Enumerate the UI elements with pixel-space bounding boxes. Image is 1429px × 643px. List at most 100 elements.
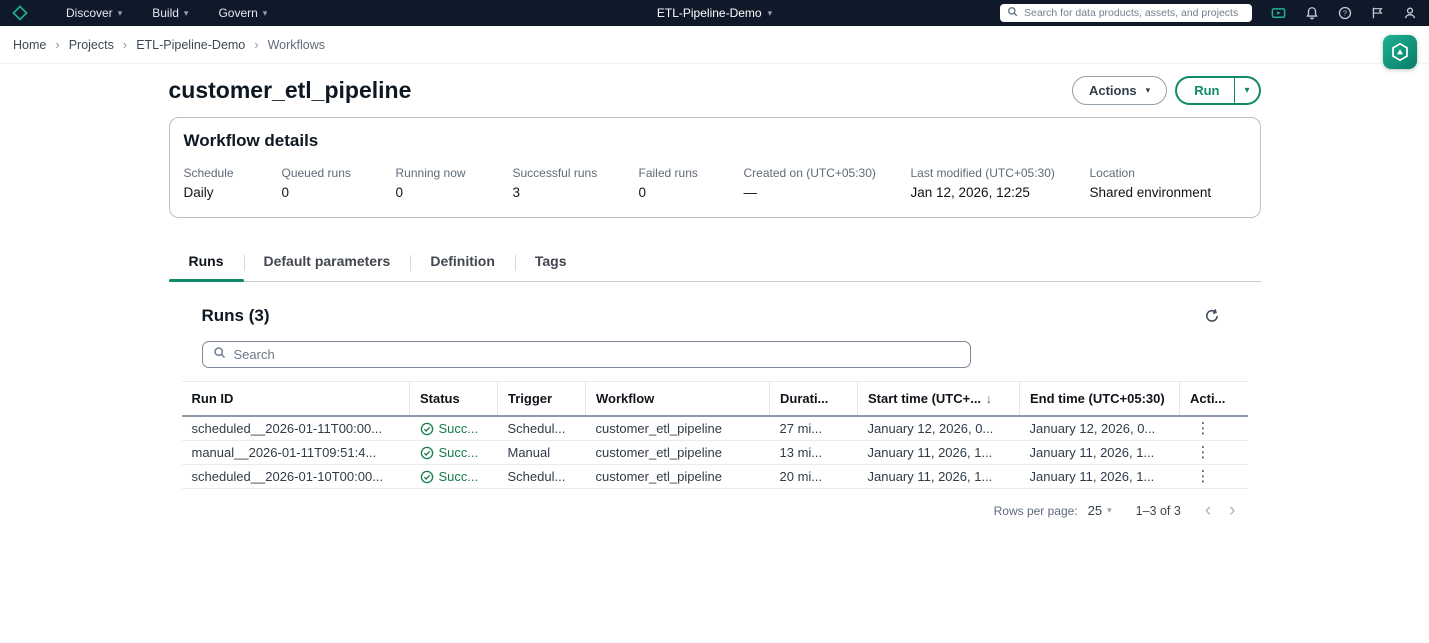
tab-default-parameters[interactable]: Default parameters [244, 244, 411, 281]
page-header: customer_etl_pipeline Actions ▾ Run ▾ [169, 76, 1261, 105]
column-header-end-time[interactable]: End time (UTC+05:30) [1020, 382, 1180, 417]
nav-menu-govern[interactable]: Govern ▾ [218, 6, 267, 20]
row-actions-kebab-icon[interactable]: ⋮ [1190, 445, 1217, 460]
main-content: customer_etl_pipeline Actions ▾ Run ▾ Wo… [169, 76, 1261, 520]
runs-heading: Runs (3) [202, 306, 270, 326]
chevron-down-icon: ▾ [1146, 86, 1151, 95]
chevron-down-icon: ▾ [1107, 506, 1112, 515]
tab-bar: Runs Default parameters Definition Tags [169, 244, 1261, 282]
column-header-status[interactable]: Status [410, 382, 498, 417]
project-selector[interactable]: ETL-Pipeline-Demo ▾ [657, 6, 772, 20]
search-icon [1007, 6, 1018, 20]
column-header-run-id[interactable]: Run ID [182, 382, 410, 417]
duration-cell: 20 mi... [770, 465, 858, 489]
start-time-cell: January 12, 2026, 0... [858, 416, 1020, 441]
detail-location: Location Shared environment [1090, 166, 1246, 200]
runs-panel: Runs (3) Run ID S [169, 306, 1261, 520]
success-check-icon [420, 446, 434, 460]
page-title: customer_etl_pipeline [169, 77, 1072, 104]
previous-page-button[interactable]: ‹ [1201, 501, 1215, 520]
pagination-range: 1–3 of 3 [1136, 504, 1181, 518]
user-menu-icon[interactable] [1403, 6, 1417, 20]
trigger-cell: Schedul... [498, 416, 586, 441]
sort-descending-icon: ↓ [986, 392, 992, 406]
table-header-row: Run ID Status Trigger Workflow Durati...… [182, 382, 1248, 417]
breadcrumb-projects[interactable]: Projects [69, 38, 114, 52]
detail-last-modified: Last modified (UTC+05:30) Jan 12, 2026, … [911, 166, 1074, 200]
success-check-icon [420, 422, 434, 436]
success-check-icon [420, 470, 434, 484]
column-header-action: Acti... [1180, 382, 1248, 417]
global-search[interactable] [1000, 4, 1252, 22]
table-row: scheduled__2026-01-10T00:00... Succ... S… [182, 465, 1248, 489]
detail-failed-runs: Failed runs 0 [639, 166, 728, 200]
chevron-right-icon: › [254, 37, 258, 52]
rows-per-page-select[interactable]: 25 ▾ [1088, 503, 1112, 518]
table-row: scheduled__2026-01-11T00:00... Succ... S… [182, 416, 1248, 441]
run-id-cell: scheduled__2026-01-11T00:00... [182, 416, 410, 441]
runs-search-input[interactable] [234, 347, 960, 362]
row-actions-kebab-icon[interactable]: ⋮ [1190, 421, 1217, 436]
run-options-button[interactable]: ▾ [1235, 76, 1260, 105]
workflow-cell: customer_etl_pipeline [586, 416, 770, 441]
run-id-cell: scheduled__2026-01-10T00:00... [182, 465, 410, 489]
chevron-right-icon: › [123, 37, 127, 52]
detail-running-now: Running now 0 [396, 166, 497, 200]
top-navigation: Discover ▾ Build ▾ Govern ▾ ETL-Pipeline… [0, 0, 1429, 26]
chevron-down-icon: ▾ [184, 9, 189, 18]
global-search-input[interactable] [1024, 7, 1245, 19]
feedback-flag-icon[interactable] [1371, 6, 1384, 20]
actions-button[interactable]: Actions ▾ [1072, 76, 1167, 105]
tab-tags[interactable]: Tags [515, 244, 587, 281]
runs-search[interactable] [202, 341, 971, 368]
next-page-button[interactable]: › [1225, 501, 1239, 520]
app-logo-icon[interactable] [12, 5, 28, 21]
run-split-button: Run ▾ [1175, 76, 1260, 105]
amazon-q-icon [1390, 42, 1410, 62]
notifications-bell-icon[interactable] [1305, 6, 1319, 20]
run-button[interactable]: Run [1175, 76, 1235, 105]
search-icon [213, 346, 226, 364]
start-time-cell: January 11, 2026, 1... [858, 465, 1020, 489]
chevron-right-icon: › [55, 37, 59, 52]
help-icon[interactable]: ? [1338, 6, 1352, 20]
workflow-details-card: Workflow details Schedule Daily Queued r… [169, 117, 1261, 218]
trigger-cell: Schedul... [498, 465, 586, 489]
tab-definition[interactable]: Definition [410, 244, 515, 281]
start-time-cell: January 11, 2026, 1... [858, 441, 1020, 465]
details-title: Workflow details [184, 131, 1246, 151]
row-actions-kebab-icon[interactable]: ⋮ [1190, 469, 1217, 484]
amazon-q-button[interactable] [1383, 35, 1417, 69]
run-id-cell: manual__2026-01-11T09:51:4... [182, 441, 410, 465]
refresh-icon [1204, 308, 1220, 324]
workflow-cell: customer_etl_pipeline [586, 465, 770, 489]
video-icon[interactable] [1271, 6, 1286, 21]
nav-menu-build[interactable]: Build ▾ [152, 6, 188, 20]
detail-schedule: Schedule Daily [184, 166, 266, 200]
column-header-trigger[interactable]: Trigger [498, 382, 586, 417]
breadcrumb-project-name[interactable]: ETL-Pipeline-Demo [136, 38, 245, 52]
refresh-button[interactable] [1202, 306, 1222, 326]
status-badge: Succ... [420, 421, 488, 436]
trigger-cell: Manual [498, 441, 586, 465]
chevron-down-icon: ▾ [1244, 86, 1249, 96]
nav-menu-discover[interactable]: Discover ▾ [66, 6, 122, 20]
breadcrumb-workflows: Workflows [268, 38, 325, 52]
breadcrumb-home[interactable]: Home [13, 38, 46, 52]
column-header-duration[interactable]: Durati... [770, 382, 858, 417]
workflow-cell: customer_etl_pipeline [586, 441, 770, 465]
detail-queued-runs: Queued runs 0 [282, 166, 380, 200]
end-time-cell: January 11, 2026, 1... [1020, 441, 1180, 465]
chevron-down-icon: ▾ [118, 9, 123, 18]
runs-table: Run ID Status Trigger Workflow Durati...… [182, 381, 1248, 489]
table-row: manual__2026-01-11T09:51:4... Succ... Ma… [182, 441, 1248, 465]
pagination: Rows per page: 25 ▾ 1–3 of 3 ‹ › [169, 501, 1240, 520]
column-header-workflow[interactable]: Workflow [586, 382, 770, 417]
svg-text:?: ? [1343, 9, 1347, 18]
column-header-start-time[interactable]: Start time (UTC+...↓ [858, 382, 1020, 417]
duration-cell: 27 mi... [770, 416, 858, 441]
end-time-cell: January 12, 2026, 0... [1020, 416, 1180, 441]
chevron-down-icon: ▾ [263, 9, 268, 18]
tab-runs[interactable]: Runs [169, 244, 244, 281]
status-badge: Succ... [420, 469, 488, 484]
